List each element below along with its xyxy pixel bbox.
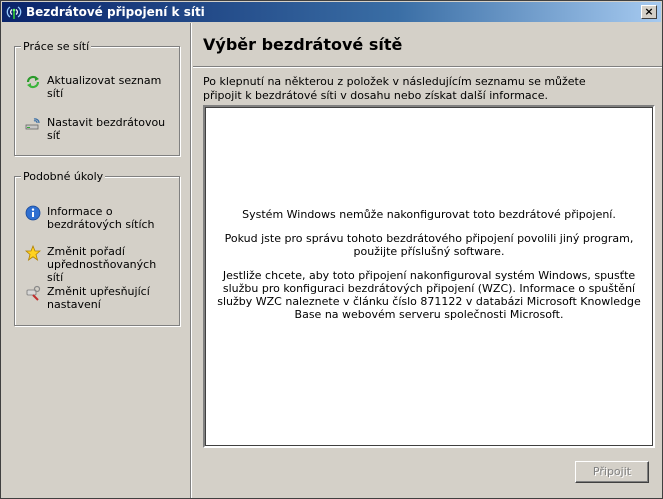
connect-button[interactable]: Připojit: [575, 461, 649, 483]
heading-separator: [193, 66, 662, 68]
network-list-message: Systém Windows nemůže nakonfigurovat tot…: [205, 208, 653, 332]
related-tasks-legend: Podobné úkoly: [21, 170, 106, 183]
refresh-network-list-link[interactable]: Aktualizovat seznam sítí: [25, 74, 175, 100]
main-pane: Výběr bezdrátové sítě Po klepnutí na něk…: [193, 23, 662, 498]
change-advanced-settings-label: Změnit upřesňující nastavení: [47, 285, 150, 311]
change-advanced-settings-link[interactable]: Změnit upřesňující nastavení: [25, 285, 175, 311]
setup-wireless-network-link[interactable]: Nastavit bezdrátovou síť: [25, 116, 175, 142]
description-text: Po klepnutí na některou z položek v násl…: [203, 75, 586, 102]
network-list[interactable]: Systém Windows nemůže nakonfigurovat tot…: [203, 105, 655, 448]
setup-wireless-network-label: Nastavit bezdrátovou síť: [47, 116, 166, 142]
info-icon: [25, 205, 41, 221]
wireless-connection-window: Bezdrátové připojení k síti × Práce se s…: [0, 0, 663, 499]
change-preferred-order-label: Změnit pořadí upřednostňovaných sítí: [47, 245, 157, 284]
wzc-unavailable-message: Systém Windows nemůže nakonfigurovat tot…: [242, 208, 616, 221]
related-tasks-group: Podobné úkoly Informace o bezdrátových s…: [14, 170, 180, 326]
change-preferred-order-link[interactable]: Změnit pořadí upřednostňovaných sítí: [25, 245, 175, 284]
pane-divider: [190, 23, 192, 498]
wireless-info-link[interactable]: Informace o bezdrátových sítích: [25, 205, 175, 231]
star-icon: [25, 245, 41, 261]
network-tasks-group: Práce se sítí Aktualizovat seznam sítí N…: [14, 40, 180, 156]
title-bar[interactable]: Bezdrátové připojení k síti ×: [2, 2, 661, 22]
wireless-antenna-icon: [6, 6, 22, 19]
wireless-setup-icon: [25, 118, 40, 130]
refresh-network-list-label: Aktualizovat seznam sítí: [47, 74, 162, 100]
task-pane: Práce se sítí Aktualizovat seznam sítí N…: [2, 23, 192, 498]
close-button[interactable]: ×: [641, 5, 657, 19]
other-program-message: Pokud jste pro správu tohoto bezdrátovéh…: [224, 232, 634, 258]
window-title: Bezdrátové připojení k síti: [26, 5, 205, 19]
settings-icon: [26, 285, 41, 301]
close-icon: ×: [644, 5, 654, 18]
wireless-info-label: Informace o bezdrátových sítích: [47, 205, 155, 231]
wzc-start-instructions: Jestliže chcete, aby toto připojení nako…: [217, 269, 641, 321]
network-tasks-legend: Práce se sítí: [21, 40, 92, 53]
page-title: Výběr bezdrátové sítě: [203, 35, 403, 54]
refresh-icon: [26, 75, 40, 89]
